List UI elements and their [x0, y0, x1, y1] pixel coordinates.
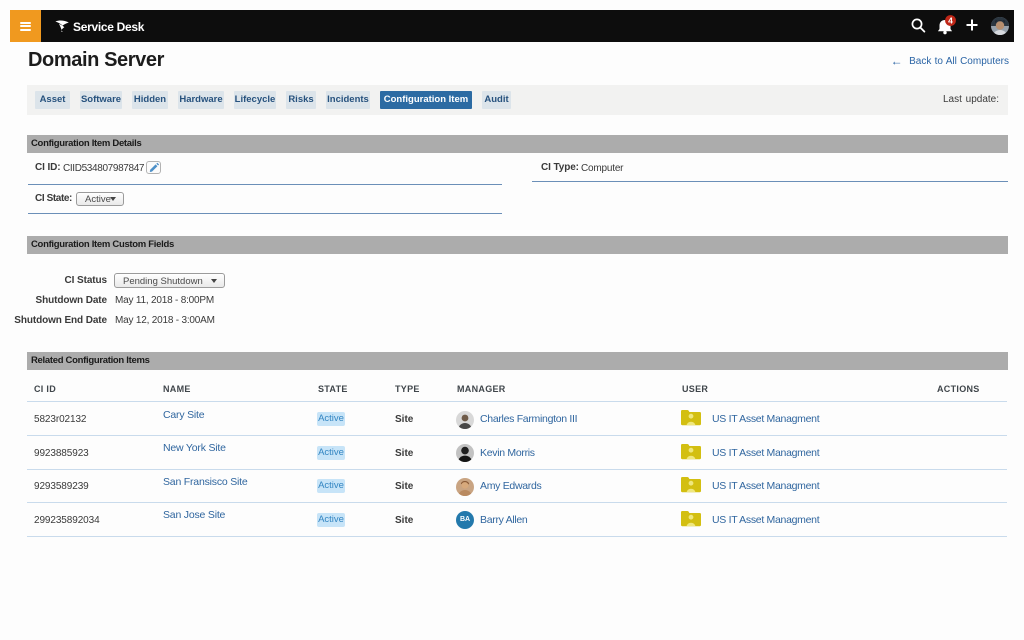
svg-text:4: 4 — [948, 15, 953, 25]
